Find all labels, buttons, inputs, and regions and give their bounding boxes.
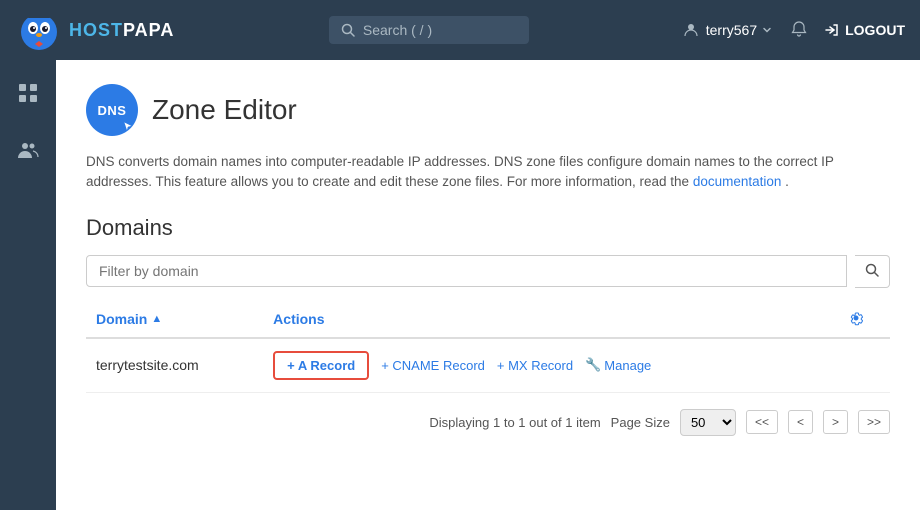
sidebar-item-users[interactable] bbox=[11, 133, 45, 170]
filter-input[interactable] bbox=[86, 255, 847, 287]
users-icon bbox=[17, 139, 39, 161]
page-title: Zone Editor bbox=[152, 94, 297, 126]
table-row: terrytestsite.com + A Record + CNAME Recor… bbox=[86, 338, 890, 393]
col-actions-label: Actions bbox=[273, 311, 324, 327]
logo-text: HOSTPAPA bbox=[69, 20, 174, 41]
filter-search-button[interactable] bbox=[855, 255, 890, 288]
next-page-button[interactable]: > bbox=[823, 410, 848, 434]
col-domain[interactable]: Domain ▲ bbox=[86, 302, 263, 338]
sort-arrow: ▲ bbox=[151, 313, 162, 325]
table-header-row: Domain ▲ Actions bbox=[86, 302, 890, 338]
sidebar-item-grid[interactable] bbox=[11, 76, 45, 113]
first-page-button[interactable]: << bbox=[746, 410, 778, 434]
filter-row bbox=[86, 255, 890, 288]
nav-right: terry567 LOGOUT bbox=[683, 20, 905, 41]
logo-icon bbox=[15, 6, 63, 54]
page-size-label: Page Size bbox=[611, 415, 670, 430]
user-icon bbox=[683, 22, 699, 38]
logout-icon bbox=[824, 22, 840, 38]
col-domain-label: Domain bbox=[96, 311, 147, 327]
cursor-icon bbox=[122, 120, 136, 134]
action-button[interactable]: + CNAME Record bbox=[381, 358, 485, 373]
description-text-part2: . bbox=[785, 174, 789, 189]
notifications-bell[interactable] bbox=[790, 20, 808, 41]
action-button[interactable]: + MX Record bbox=[497, 358, 573, 373]
search-bar[interactable]: Search ( / ) bbox=[175, 16, 683, 44]
domain-table: Domain ▲ Actions bbox=[86, 302, 890, 393]
page-size-select[interactable]: 102550100 bbox=[680, 409, 736, 436]
user-name: terry567 bbox=[706, 22, 757, 38]
col-actions: Actions bbox=[263, 302, 838, 338]
chevron-down-icon bbox=[762, 25, 772, 35]
manage-button[interactable]: 🔧 Manage bbox=[585, 357, 651, 373]
wrench-icon: 🔧 bbox=[585, 357, 601, 373]
col-settings[interactable] bbox=[838, 302, 890, 338]
actions-cell: + A Record + CNAME Record + MX Record 🔧 Man… bbox=[263, 338, 838, 393]
prev-page-button[interactable]: < bbox=[788, 410, 813, 434]
description: DNS converts domain names into computer-… bbox=[86, 152, 890, 193]
add-a-record-button[interactable]: + A Record bbox=[273, 351, 369, 380]
display-count: Displaying 1 to 1 out of 1 item bbox=[429, 415, 600, 430]
pagination-area: Displaying 1 to 1 out of 1 item Page Siz… bbox=[86, 409, 890, 436]
settings-icon bbox=[848, 310, 864, 326]
bell-icon bbox=[790, 20, 808, 38]
search-label: Search ( / ) bbox=[363, 22, 432, 38]
section-title: Domains bbox=[86, 215, 890, 241]
last-page-button[interactable]: >> bbox=[858, 410, 890, 434]
dns-badge: DNS bbox=[86, 84, 138, 136]
domain-cell: terrytestsite.com bbox=[86, 338, 263, 393]
logout-label: LOGOUT bbox=[845, 22, 905, 38]
logo-area: HOSTPAPA bbox=[15, 6, 175, 54]
search-bar-inner[interactable]: Search ( / ) bbox=[329, 16, 529, 44]
filter-search-icon bbox=[865, 263, 879, 277]
main-content: DNS Zone Editor DNS converts domain name… bbox=[56, 60, 920, 510]
sidebar bbox=[0, 60, 56, 510]
grid-icon bbox=[17, 82, 39, 104]
search-icon bbox=[341, 23, 355, 37]
layout: DNS Zone Editor DNS converts domain name… bbox=[0, 60, 920, 510]
user-menu[interactable]: terry567 bbox=[683, 22, 774, 38]
documentation-link[interactable]: documentation bbox=[693, 174, 782, 189]
top-nav: HOSTPAPA Search ( / ) terry567 bbox=[0, 0, 920, 60]
row-settings-cell bbox=[838, 338, 890, 393]
logout-button[interactable]: LOGOUT bbox=[824, 22, 905, 38]
dns-badge-text: DNS bbox=[98, 103, 127, 118]
page-header: DNS Zone Editor bbox=[86, 84, 890, 136]
